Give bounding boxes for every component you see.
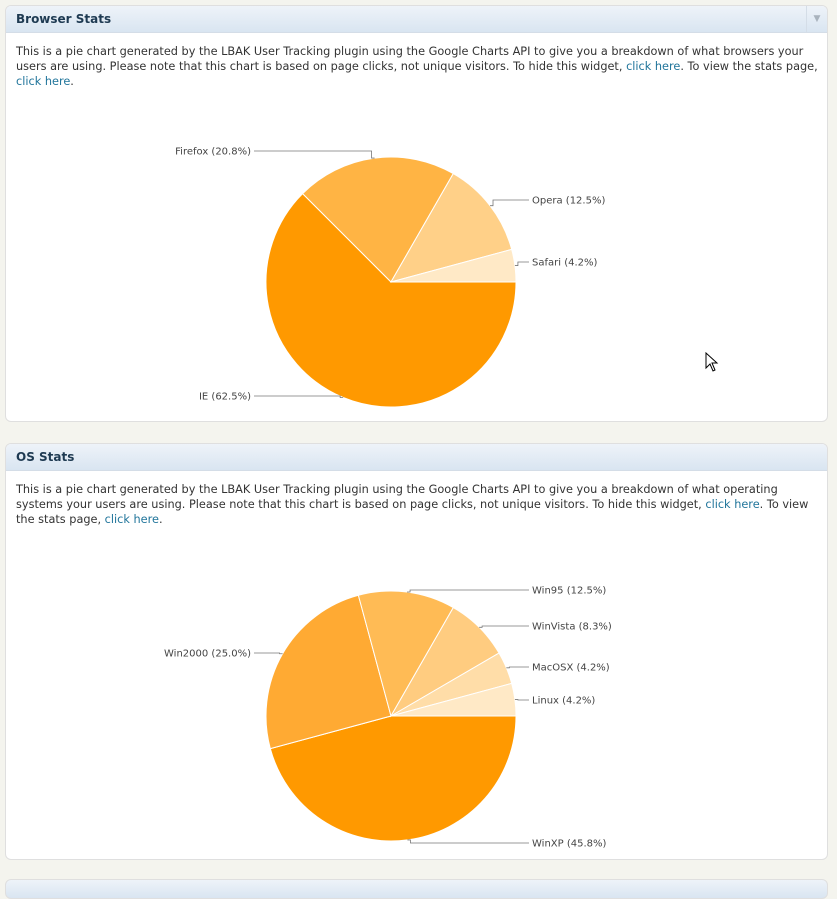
widget-title: Browser Stats xyxy=(16,12,111,26)
slice-label: WinXP (45.8%) xyxy=(532,839,607,850)
slice-label: MacOSX (4.2%) xyxy=(532,663,610,674)
hide-widget-link[interactable]: click here xyxy=(705,498,759,511)
slice-label: Safari (4.2%) xyxy=(532,258,597,269)
description-text: . To view the stats page, xyxy=(680,60,817,73)
slice-label: Opera (12.5%) xyxy=(532,196,605,207)
description-text: This is a pie chart generated by the LBA… xyxy=(16,483,778,511)
slice-label: Firefox (20.8%) xyxy=(175,147,251,158)
description-text: . xyxy=(159,513,163,526)
slice-label: WinVista (8.3%) xyxy=(532,622,612,633)
leader-line xyxy=(407,840,529,843)
mouse-cursor-icon xyxy=(705,352,719,372)
widget-description: This is a pie chart generated by the LBA… xyxy=(16,44,824,89)
description-text: . xyxy=(70,75,74,88)
os-stats-widget: OS Stats This is a pie chart generated b… xyxy=(5,443,828,860)
slice-label: Linux (4.2%) xyxy=(532,696,595,707)
next-widget-header[interactable] xyxy=(5,879,828,899)
leader-line xyxy=(407,590,529,592)
widget-header[interactable]: OS Stats xyxy=(6,444,827,471)
os-pie-chart: WinXP (45.8%) Win2000 (25.0%) Win95 (12.5%… xyxy=(6,529,827,859)
widget-title: OS Stats xyxy=(16,450,74,464)
leader-line xyxy=(254,151,375,158)
stats-page-link[interactable]: click here xyxy=(105,513,159,526)
slice-label: IE (62.5%) xyxy=(199,392,251,403)
widget-description: This is a pie chart generated by the LBA… xyxy=(16,482,824,527)
leader-line xyxy=(506,667,529,668)
stats-page-link[interactable]: click here xyxy=(16,75,70,88)
browser-pie-chart: IE (62.5%) Firefox (20.8%) Opera (12.5%) Sa… xyxy=(6,91,827,421)
slice-label: Win2000 (25.0%) xyxy=(164,649,251,660)
leader-line xyxy=(479,626,529,627)
widget-header[interactable]: Browser Stats ▼ xyxy=(6,6,827,33)
leader-line xyxy=(490,200,529,206)
leader-line xyxy=(254,653,283,654)
leader-line xyxy=(515,262,529,266)
triangle-down-icon[interactable]: ▼ xyxy=(806,6,827,32)
slice-label: Win95 (12.5%) xyxy=(532,586,606,597)
leader-line xyxy=(254,396,343,397)
hide-widget-link[interactable]: click here xyxy=(626,60,680,73)
